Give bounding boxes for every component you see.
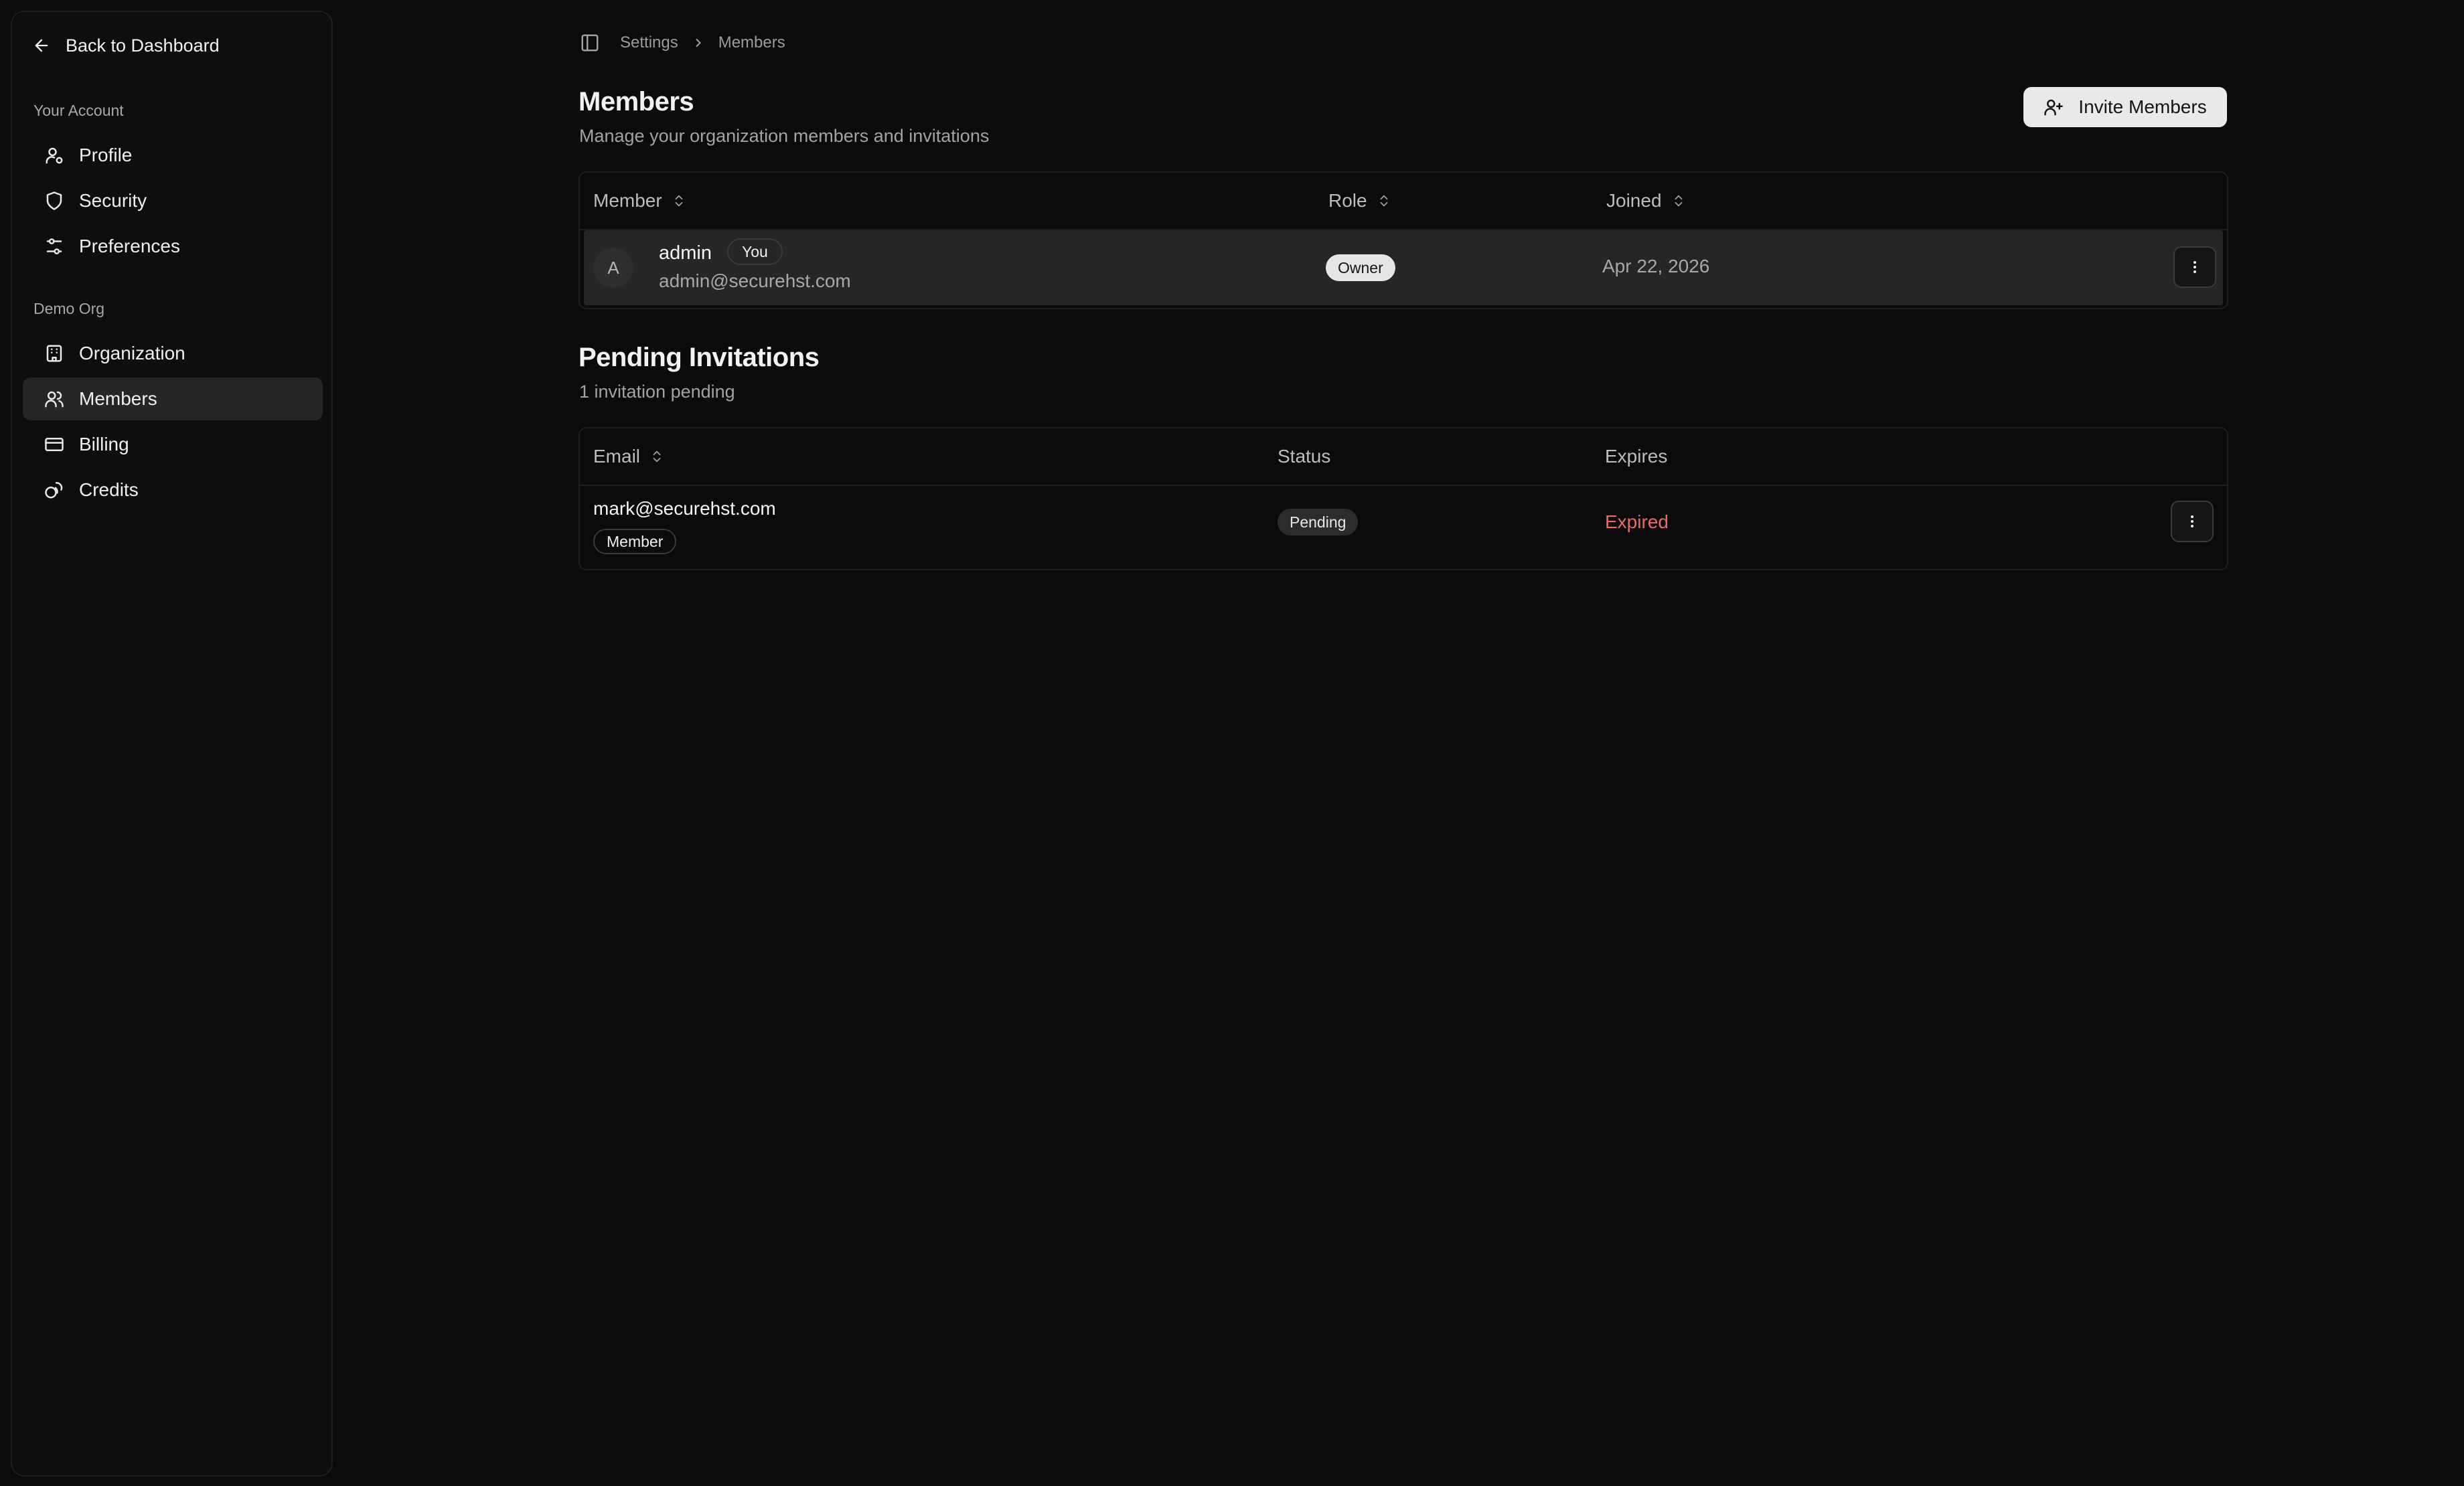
pending-invitations-title: Pending Invitations — [579, 343, 820, 372]
member-email: admin@securehst.com — [659, 270, 851, 291]
more-vertical-icon — [2193, 261, 2196, 273]
user-plus-icon — [2044, 99, 2064, 116]
chevron-right-icon — [696, 38, 701, 48]
page-subtitle: Manage your organization members and inv… — [579, 126, 990, 146]
column-header-email[interactable]: Email — [593, 428, 664, 485]
invite-members-label: Invite Members — [2078, 96, 2207, 117]
members-table: Member Role Joined A admin You admin@sec… — [579, 171, 2228, 309]
sidebar-toggle-icon[interactable] — [580, 33, 600, 53]
you-badge: You — [727, 238, 783, 265]
table-row: A admin You admin@securehst.com Owner Ap… — [584, 230, 2223, 305]
invite-role-badge: Member — [593, 529, 677, 554]
breadcrumb: Settings Members — [580, 29, 785, 56]
column-label: Member — [593, 190, 662, 211]
column-header-status: Status — [1278, 428, 1330, 485]
column-label: Joined — [1606, 190, 1662, 211]
invite-email: mark@securehst.com — [593, 498, 776, 519]
column-header-member[interactable]: Member — [593, 173, 686, 229]
invitations-table: Email Status Expires mark@securehst.com … — [579, 427, 2228, 570]
column-label: Role — [1328, 190, 1367, 211]
avatar: A — [593, 248, 633, 288]
sort-icon — [1675, 195, 1683, 207]
member-name: admin — [659, 242, 712, 264]
expires-status: Expired — [1605, 511, 1669, 532]
more-vertical-icon — [2191, 515, 2193, 527]
sort-icon — [653, 450, 661, 463]
breadcrumb-members: Members — [718, 33, 785, 52]
column-header-expires: Expires — [1605, 428, 1667, 485]
column-label: Expires — [1605, 446, 1668, 467]
column-label: Status — [1278, 446, 1331, 467]
role-badge: Owner — [1326, 254, 1395, 281]
page-title: Members — [579, 87, 694, 116]
invitation-actions-button[interactable] — [2171, 501, 2214, 542]
table-header-divider — [580, 485, 2227, 486]
column-label: Email — [593, 446, 641, 467]
breadcrumb-settings[interactable]: Settings — [620, 33, 678, 52]
sort-icon — [675, 195, 683, 207]
main-content: Settings Members Members Manage your org… — [0, 0, 2464, 1486]
sort-icon — [1380, 195, 1388, 207]
invite-members-button[interactable]: Invite Members — [2023, 87, 2227, 127]
pending-invitations-count: 1 invitation pending — [579, 382, 735, 402]
status-badge: Pending — [1278, 509, 1359, 535]
member-actions-button[interactable] — [2173, 246, 2216, 288]
column-header-joined[interactable]: Joined — [1606, 173, 1686, 229]
joined-date: Apr 22, 2026 — [1602, 256, 1710, 276]
column-header-role[interactable]: Role — [1328, 173, 1391, 229]
